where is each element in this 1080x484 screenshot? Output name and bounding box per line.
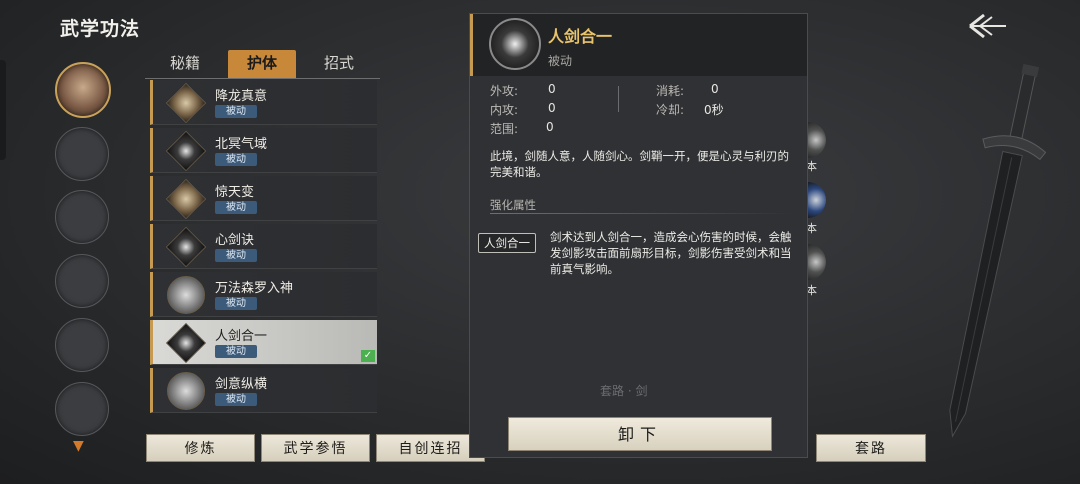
empty-character-slot[interactable] [55,382,109,436]
character-avatar[interactable] [55,62,111,118]
inner-attack-label: 内攻: [490,103,519,117]
range-value: 0 [546,120,554,134]
passive-badge: 被动 [215,345,257,358]
sword-unity-icon [489,18,541,70]
cooldown-value: 0秒 [704,103,724,117]
dragon-scroll-icon [165,82,207,124]
passive-badge: 被动 [215,153,257,166]
empty-character-slot[interactable] [55,318,109,372]
detail-skill-name: 人剑合一 [548,27,613,46]
skill-item[interactable]: 北冥气域 被动 [150,128,377,173]
skill-name: 心剑诀 [215,233,255,248]
skill-item[interactable]: 剑意纵横 被动 [150,368,377,413]
myriad-arts-icon [167,276,205,314]
cost-value: 0 [711,82,719,96]
storm-icon [165,178,207,220]
outer-attack-value: 0 [548,82,556,96]
cooldown-label: 冷却: [656,103,685,117]
sword-illustration [949,63,1047,438]
passive-badge: 被动 [215,105,257,118]
page-title: 武学功法 [60,18,141,40]
skill-item[interactable]: 心剑诀 被动 [150,224,377,269]
tab-secret-books[interactable]: 秘籍 [145,50,225,78]
skill-item-selected[interactable]: 人剑合一 被动 ✓ [150,320,377,365]
inner-attack-value: 0 [548,101,556,115]
cost-label: 消耗: [656,84,685,98]
empty-character-slot[interactable] [55,127,109,181]
passive-badge: 被动 [215,201,257,214]
skill-name: 降龙真意 [215,89,268,104]
chevron-down-icon[interactable]: ▼ [73,438,84,454]
skill-name: 人剑合一 [215,329,268,344]
back-arrow-icon[interactable] [966,12,1010,40]
empty-character-slot[interactable] [55,254,109,308]
skill-description: 此境，剑随人意，人随剑心。剑鞘一开，便是心灵与利刃的完美和谐。 [490,149,789,179]
detail-skill-type: 被动 [548,54,573,68]
passive-badge: 被动 [215,297,257,310]
tab-moves[interactable]: 招式 [299,50,379,78]
skill-item[interactable]: 万法森罗入神 被动 [150,272,377,317]
stat-divider [618,86,619,112]
skill-item[interactable]: 降龙真意 被动 [150,80,377,125]
enhance-section-title: 强化属性 [490,198,536,212]
skill-list: 降龙真意 被动 北冥气域 被动 惊天变 被动 心剑诀 被动 万法森罗入神 被动 … [150,80,377,413]
skill-name: 剑意纵横 [215,377,268,392]
comprehend-button[interactable]: 武学参悟 [261,434,370,462]
cultivate-button[interactable]: 修炼 [146,434,255,462]
sword-intent-icon [167,372,205,410]
section-divider [490,213,795,214]
heart-sword-icon [165,226,207,268]
outer-attack-label: 外攻: [490,84,519,98]
passive-badge: 被动 [215,393,257,406]
empty-character-slot[interactable] [55,190,109,244]
tab-body-protection[interactable]: 护体 [228,50,296,78]
passive-badge: 被动 [215,249,257,262]
detail-header: 人剑合一 被动 [470,14,807,76]
background-skill-icon [806,244,826,280]
equipped-check-icon: ✓ [361,350,375,362]
skill-name: 惊天变 [215,185,255,200]
routine-button[interactable]: 套路 [816,434,926,462]
sword-unity-icon [165,322,207,364]
skill-name: 万法森罗入神 [215,281,294,296]
left-edge-handle[interactable] [0,60,6,160]
background-skill-icon [806,122,826,158]
enhance-tag: 人剑合一 [478,233,536,253]
category-tabs: 秘籍 护体 招式 [145,50,380,79]
range-label: 范围: [490,122,519,136]
routine-faded-label: 套路 · 剑 [600,384,648,398]
skill-detail-panel: 人剑合一 被动 外攻: 0 内攻: 0 范围: 0 消耗: 0 冷却: 0秒 此… [469,13,808,458]
unload-button[interactable]: 卸下 [508,417,772,451]
qi-field-icon [165,130,207,172]
skill-name: 北冥气域 [215,137,268,152]
background-skill-icon [806,182,826,218]
skill-item[interactable]: 惊天变 被动 [150,176,377,221]
enhance-description: 剑术达到人剑合一，造成会心伤害的时候，会触发剑影攻击面前扇形目标，剑影伤害受剑术… [550,230,792,276]
